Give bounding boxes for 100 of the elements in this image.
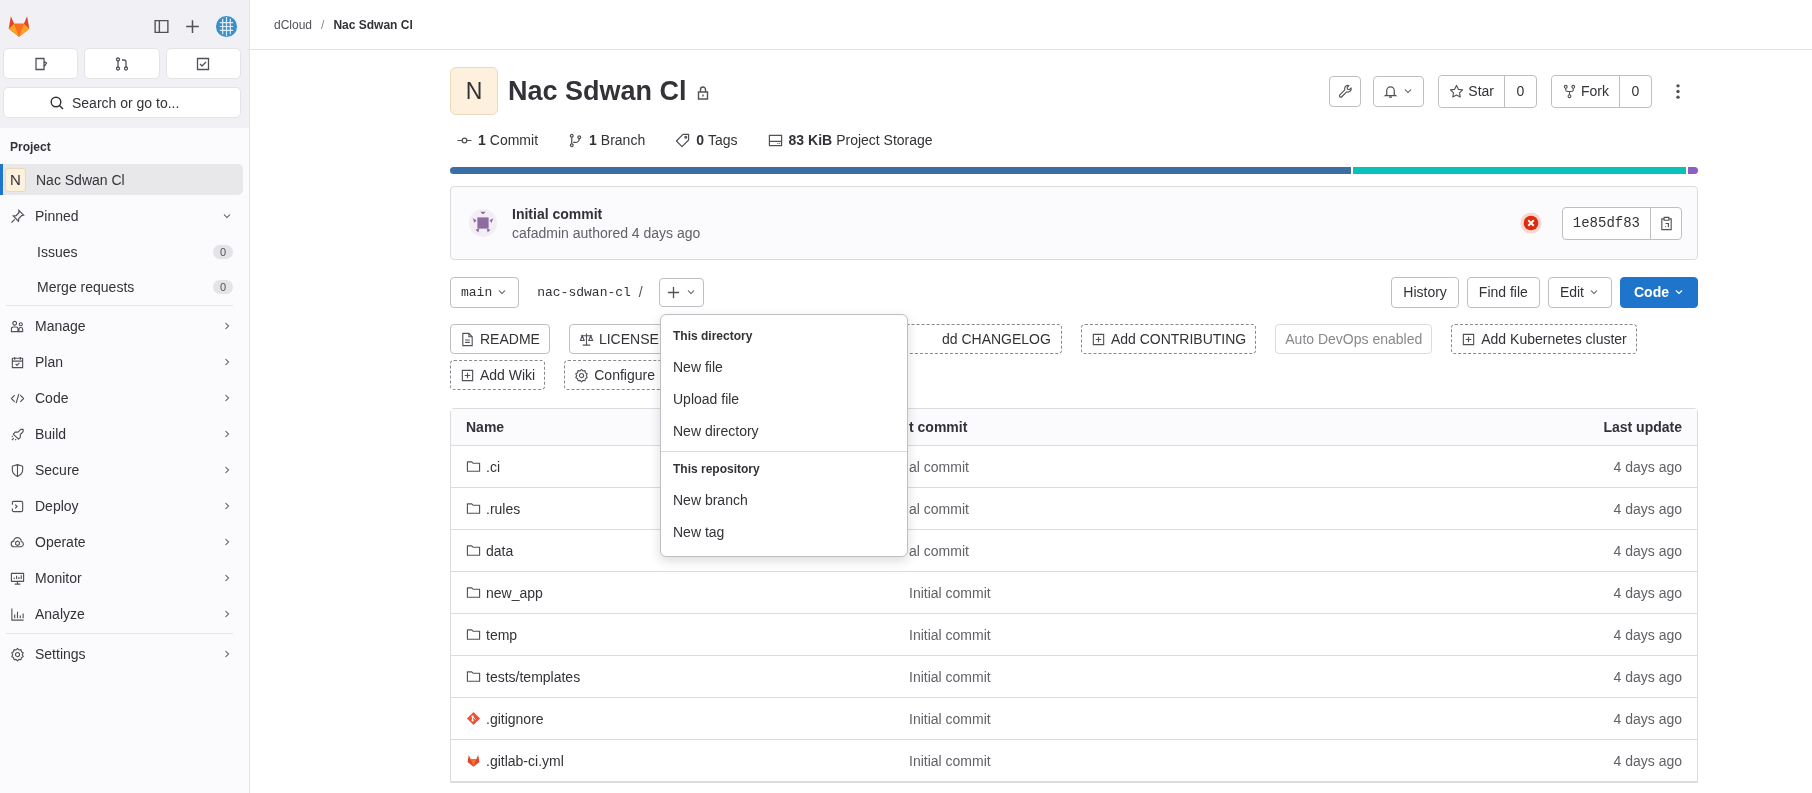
pin-icon	[10, 208, 25, 224]
pinned-nav-item[interactable]: Merge requests 0	[0, 270, 243, 303]
count-badge: 0	[212, 279, 233, 294]
breadcrumb-separator: /	[321, 17, 325, 32]
project-stat-link[interactable]: 0 Tags	[675, 132, 738, 148]
add-file-button[interactable]: Add CONTRIBUTING	[1080, 324, 1257, 354]
gear-icon	[574, 367, 590, 383]
document-icon	[460, 331, 475, 347]
folder-icon	[466, 543, 481, 558]
chart-icon	[10, 606, 25, 622]
folder-icon	[466, 501, 481, 516]
path-link[interactable]: nac-sdwan-cl	[537, 284, 631, 300]
commit-title-link[interactable]: Initial commit	[512, 205, 701, 222]
path-separator: /	[638, 284, 643, 300]
code-dropdown-button[interactable]: Code	[1620, 276, 1698, 308]
cloud-icon	[10, 534, 25, 550]
user-avatar[interactable]	[215, 14, 238, 38]
project-stat-link[interactable]: 83 KiB Project Storage	[767, 132, 933, 148]
settings-button[interactable]	[1329, 75, 1362, 107]
nav-item[interactable]: Secure	[0, 453, 243, 487]
commit-link[interactable]: Initial commit	[909, 584, 991, 601]
nav-item[interactable]: Build	[0, 417, 243, 451]
table-cell-text: 4 days ago	[1612, 458, 1682, 475]
menu-item[interactable]: New tag	[661, 516, 907, 548]
fox-file-icon	[466, 753, 481, 768]
breadcrumb-link[interactable]: Nac Sdwan Cl	[333, 17, 413, 32]
section-heading: Project	[9, 139, 52, 156]
count-badge: 0	[212, 244, 233, 259]
search-field[interactable]: Search or go to...	[3, 87, 241, 118]
commit-link[interactable]: al commit	[909, 458, 969, 475]
breadcrumb-link[interactable]: dCloud	[274, 17, 313, 32]
readme-button[interactable]: README	[450, 324, 550, 354]
commit-link[interactable]: al commit	[909, 500, 969, 517]
toolbar-button[interactable]: History	[1391, 276, 1459, 308]
file-link[interactable]: data	[486, 542, 514, 559]
column-header: t commit	[909, 419, 968, 435]
dropdown-button[interactable]: Edit	[1547, 276, 1612, 308]
more-actions-icon[interactable]	[1675, 82, 1681, 100]
nav-item[interactable]: Deploy	[0, 489, 243, 523]
file-link[interactable]: .gitlab-ci.yml	[486, 752, 564, 769]
project-avatar: N	[5, 167, 26, 192]
menu-item[interactable]: New directory	[661, 415, 907, 447]
project-avatar: N	[450, 67, 498, 115]
merge-request-icon	[114, 55, 130, 72]
sidebar-toggle-icon[interactable]	[153, 17, 170, 35]
plus-icon	[665, 284, 681, 300]
checkbox-icon	[195, 55, 212, 72]
menu-item[interactable]: New branch	[661, 484, 907, 516]
add-file-button[interactable]: Add Kubernetes cluster	[1451, 324, 1637, 354]
notification-button[interactable]	[1373, 75, 1425, 107]
fork-count[interactable]: 0	[1620, 75, 1651, 107]
git-file-icon	[466, 711, 481, 726]
folder-icon	[466, 627, 481, 642]
star-button[interactable]: Star	[1439, 75, 1505, 107]
project-nav-item[interactable]: N Nac Sdwan Cl	[0, 164, 243, 195]
table-cell-text: 4 days ago	[1612, 668, 1682, 685]
star-icon	[1449, 83, 1465, 99]
star-count[interactable]: 0	[1505, 75, 1536, 107]
pinned-nav-item[interactable]: Issues 0	[0, 235, 243, 268]
file-link[interactable]: .ci	[486, 458, 500, 475]
file-link[interactable]: new_app	[486, 584, 543, 601]
add-dropdown-button[interactable]	[658, 277, 704, 307]
nav-item[interactable]: Monitor	[0, 561, 243, 595]
pinned-nav-item[interactable]: Pinned	[0, 199, 243, 233]
add-file-button[interactable]: Add Wiki	[450, 360, 546, 390]
commit-link[interactable]: al commit	[909, 542, 969, 559]
commit-link[interactable]: Initial commit	[909, 752, 991, 769]
issues-shortcut-button[interactable]	[3, 48, 79, 79]
nav-item[interactable]: Analyze	[0, 597, 243, 631]
fork-button[interactable]: Fork	[1552, 75, 1620, 107]
calendar-icon	[10, 354, 25, 370]
file-link[interactable]: tests/templates	[486, 668, 581, 685]
plus-icon[interactable]	[184, 17, 201, 35]
commit-byline: cafadmin authored 4 days ago	[512, 224, 701, 241]
project-stat-link[interactable]: 1 Branch	[568, 132, 646, 148]
file-link[interactable]: .rules	[486, 500, 521, 517]
project-stat-link[interactable]: 1 Commit	[457, 132, 539, 148]
branch-dropdown[interactable]: main	[450, 276, 520, 308]
nav-item[interactable]: Manage	[0, 309, 243, 343]
toolbar-button[interactable]: Find file	[1466, 276, 1540, 308]
commit-link[interactable]: Initial commit	[909, 710, 991, 727]
file-link[interactable]: .gitignore	[486, 710, 544, 727]
nav-item[interactable]: Plan	[0, 345, 243, 379]
branch-icon	[568, 132, 584, 148]
nav-item[interactable]: Operate	[0, 525, 243, 559]
merge-requests-shortcut-button[interactable]	[84, 48, 160, 79]
table-cell-text: 4 days ago	[1612, 626, 1682, 643]
rocket-icon	[10, 426, 25, 442]
wrench-icon	[1337, 83, 1353, 99]
nav-item[interactable]: Settings	[0, 637, 243, 671]
folder-icon	[466, 585, 481, 600]
commit-link[interactable]: Initial commit	[909, 668, 991, 685]
table-cell-text: 4 days ago	[1612, 584, 1682, 601]
author-avatar	[468, 208, 498, 238]
settings-icon	[10, 646, 25, 662]
todo-shortcut-button[interactable]	[165, 48, 241, 79]
nav-item[interactable]: Code	[0, 381, 243, 415]
commit-link[interactable]: Initial commit	[909, 626, 991, 643]
pipeline-failed-icon[interactable]	[1519, 212, 1542, 234]
file-link[interactable]: temp	[486, 626, 518, 643]
